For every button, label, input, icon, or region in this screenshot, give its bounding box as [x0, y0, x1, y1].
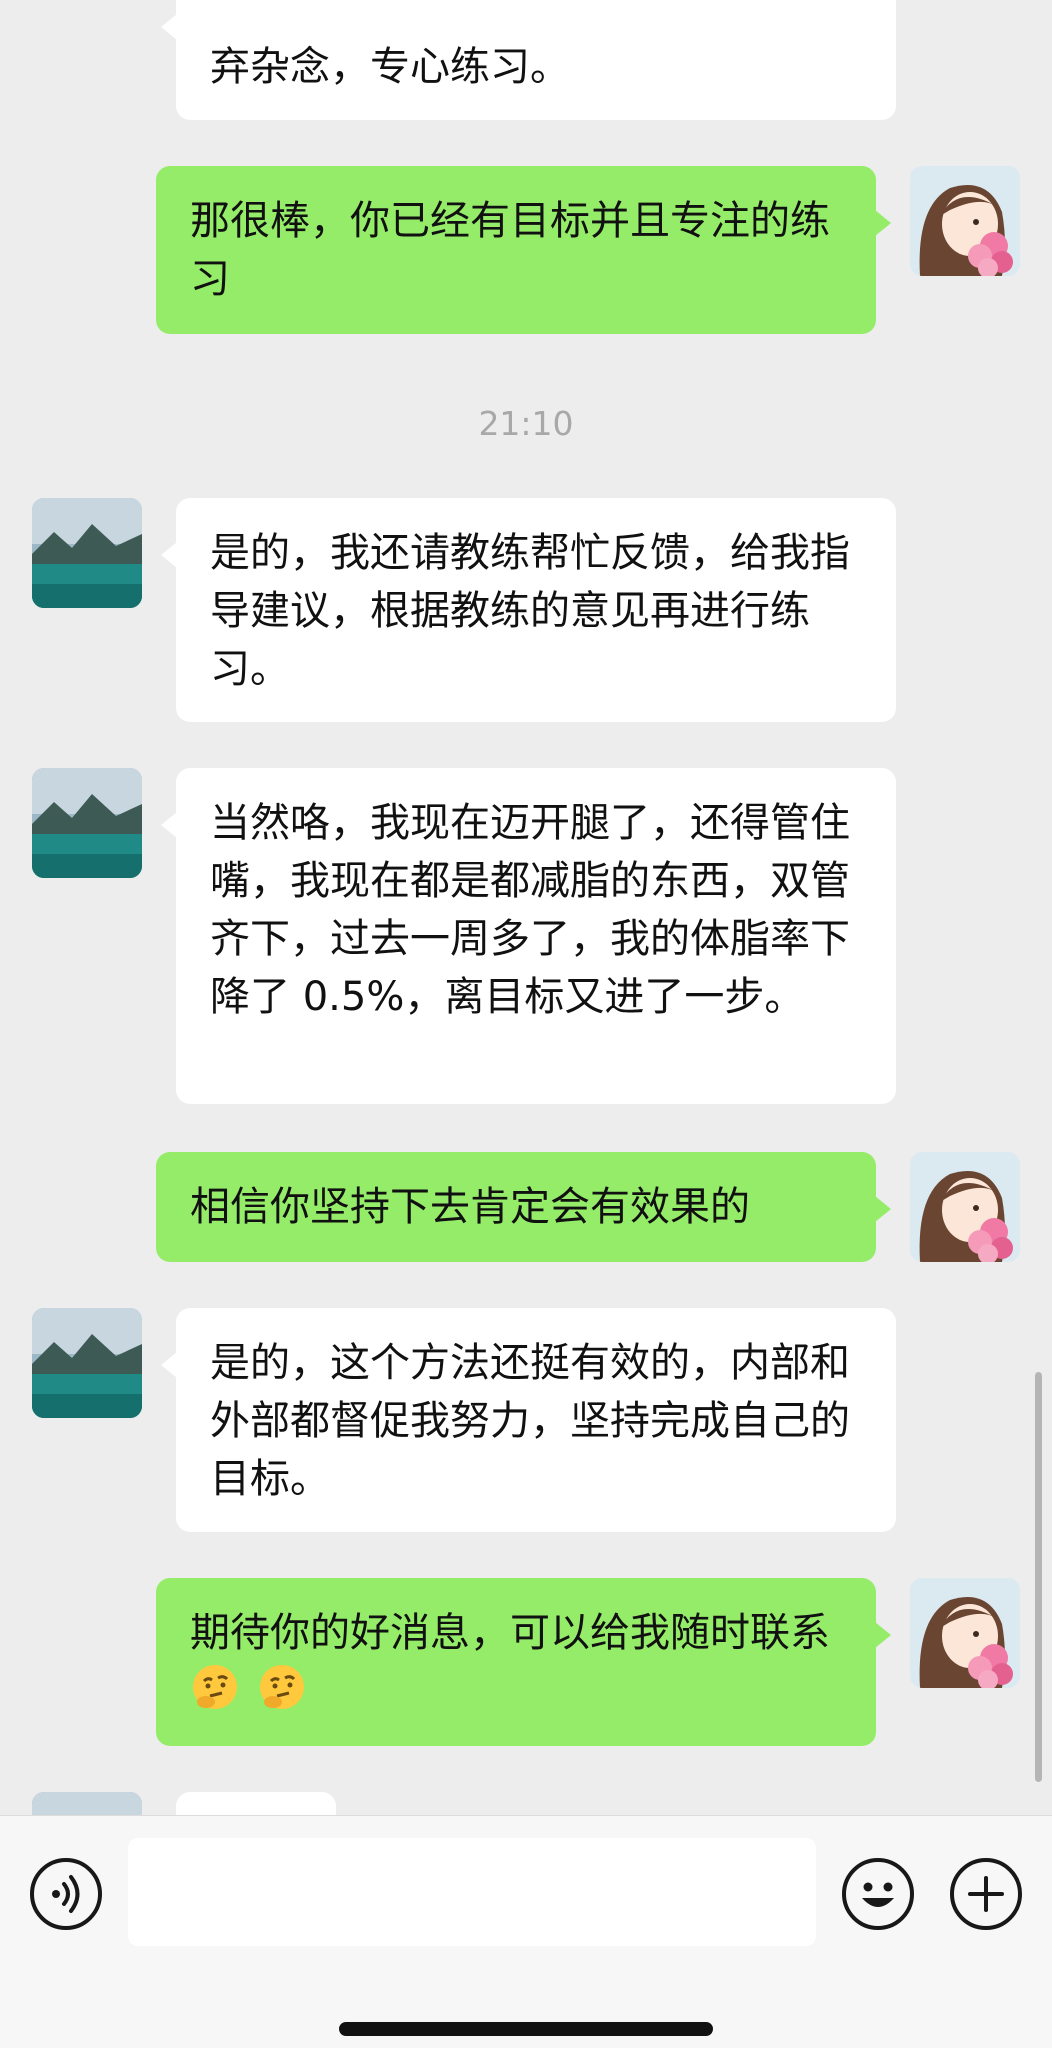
- chat-input-bar: [0, 1815, 1052, 2048]
- message-list[interactable]: 弃杂念，专心练习。 那很棒，你已经有目标并且专注的练习 21:10 是的，我还请…: [0, 0, 1052, 1815]
- smiley-icon: [862, 1882, 894, 1907]
- voice-button[interactable]: [30, 1858, 102, 1930]
- message-timestamp: 21:10: [478, 404, 574, 443]
- message-text: 是的，这个方法还挺有效的，内部和外部都督促我努力，坚持完成自己的目标。: [210, 1340, 850, 1502]
- message-bubble-received[interactable]: [176, 1792, 336, 1815]
- thinking-face-icon: [257, 1662, 307, 1712]
- avatar-contact[interactable]: [32, 768, 142, 878]
- thinking-face-icon: [190, 1662, 240, 1712]
- more-button[interactable]: [950, 1858, 1022, 1930]
- message-text: 相信你坚持下去肯定会有效果的: [190, 1184, 750, 1230]
- home-indicator[interactable]: [339, 2022, 713, 2036]
- message-input[interactable]: [128, 1838, 816, 1946]
- avatar-self[interactable]: [910, 1152, 1020, 1262]
- message-text: 弃杂念，专心练习。: [210, 44, 570, 90]
- scrollbar[interactable]: [1035, 1372, 1042, 1782]
- message-text: 那很棒，你已经有目标并且专注的练习: [190, 198, 830, 302]
- chat-screen: 弃杂念，专心练习。 那很棒，你已经有目标并且专注的练习 21:10 是的，我还请…: [0, 0, 1052, 2048]
- voice-icon: [52, 1875, 80, 1913]
- message-text: 期待你的好消息，可以给我随时联系: [190, 1610, 830, 1656]
- plus-icon: [968, 1876, 1004, 1912]
- message-bubble-received[interactable]: 弃杂念，专心练习。: [161, 0, 896, 120]
- message-text: 当然咯，我现在迈开腿了，还得管住嘴，我现在都是都减脂的东西，双管齐下，过去一周多…: [210, 800, 850, 1020]
- avatar-self[interactable]: [910, 166, 1020, 276]
- avatar-self[interactable]: [910, 1578, 1020, 1688]
- message-bubble-sent[interactable]: 那很棒，你已经有目标并且专注的练习: [156, 166, 891, 334]
- message-bubble-received[interactable]: 是的，我还请教练帮忙反馈，给我指导建议，根据教练的意见再进行练习。: [161, 498, 896, 722]
- message-bubble-received[interactable]: 当然咯，我现在迈开腿了，还得管住嘴，我现在都是都减脂的东西，双管齐下，过去一周多…: [161, 768, 896, 1104]
- message-bubble-received[interactable]: 是的，这个方法还挺有效的，内部和外部都督促我努力，坚持完成自己的目标。: [161, 1308, 896, 1532]
- avatar-contact[interactable]: [32, 1308, 142, 1418]
- emoji-button[interactable]: [842, 1858, 914, 1930]
- message-text: 是的，我还请教练帮忙反馈，给我指导建议，根据教练的意见再进行练习。: [210, 530, 850, 692]
- avatar-contact[interactable]: [32, 498, 142, 608]
- avatar-contact[interactable]: [32, 1792, 142, 1815]
- message-bubble-sent[interactable]: 相信你坚持下去肯定会有效果的: [156, 1152, 891, 1262]
- message-bubble-sent[interactable]: 期待你的好消息，可以给我随时联系: [156, 1578, 891, 1746]
